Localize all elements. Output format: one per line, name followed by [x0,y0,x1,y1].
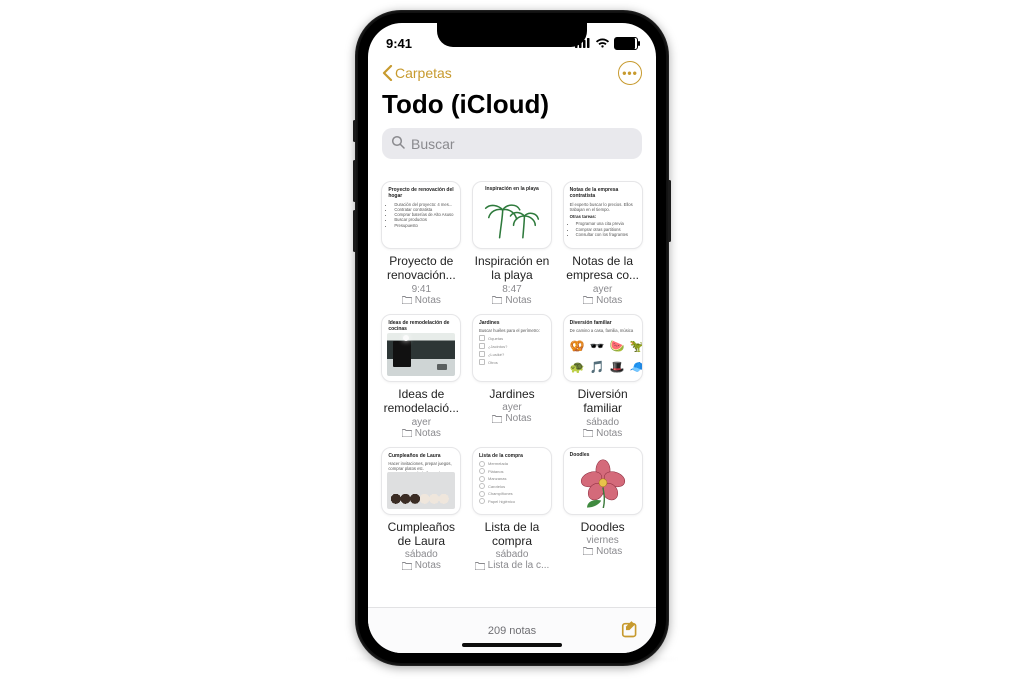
note-time: ayer [593,284,612,295]
note-title: Cumpleaños de Laura [380,520,463,549]
status-time: 9:41 [386,36,412,51]
note-card-lista[interactable]: Lista de la compra Mermelada Plátanos Ma… [471,447,554,572]
folder-icon [475,562,485,570]
wifi-icon [595,38,610,49]
note-title: Lista de la compra [471,520,554,549]
note-folder: Notas [402,295,441,306]
note-folder: Notas [583,546,622,557]
note-title: Jardines [489,387,534,401]
volume-up-button [353,160,356,202]
search-icon [391,135,405,152]
note-thumb: Lista de la compra Mermelada Plátanos Ma… [472,447,552,515]
page: 9:41 [0,0,1024,681]
note-card-doodles[interactable]: Doodles [561,447,644,572]
more-button[interactable]: ••• [618,61,642,85]
nav-row: Carpetas ••• [382,61,642,85]
note-time: sábado [405,549,438,560]
notes-grid: Proyecto de renovación del hogar Duració… [368,173,656,571]
note-thumb: Jardines Buscar huéles para el perímetro… [472,314,552,382]
note-folder: Notas [402,428,441,439]
note-thumb: Diversión familiar De camino a casa, fam… [563,314,643,382]
note-thumb: Proyecto de renovación del hogar Duració… [381,181,461,249]
thumb-bullets: Duración del proyecto: 4 mes... Contrata… [388,202,454,228]
note-time: 9:41 [412,284,431,295]
back-label: Carpetas [395,65,452,81]
emoji-row: 🥨 🕶️ 🍉 🦖 [570,339,636,354]
phone-bezel: 9:41 [358,13,666,663]
ellipsis-icon: ••• [622,67,638,79]
back-button[interactable]: Carpetas [382,65,452,81]
palm-drawing-icon [481,189,543,243]
note-title: Inspiración en la playa [471,254,554,283]
volume-down-button [353,210,356,252]
note-title: Proyecto de renovación... [380,254,463,283]
note-time: viernes [587,535,619,546]
battery-icon [614,37,638,50]
folder-icon [583,296,593,304]
note-title: Doodles [581,520,625,534]
note-thumb: Doodles [563,447,643,515]
flower-drawing-icon [572,454,634,508]
phone-screen: 9:41 [368,23,656,653]
home-indicator[interactable] [462,643,562,647]
note-card-diversion[interactable]: Diversión familiar De camino a casa, fam… [561,314,644,439]
note-time: sábado [586,417,619,428]
compose-icon [620,620,642,642]
folder-icon [583,429,593,437]
folder-icon [583,547,593,555]
note-thumb: Inspiración en la playa [472,181,552,249]
iphone-frame: 9:41 [355,10,669,666]
note-time: ayer [412,417,431,428]
kitchen-photo [387,333,455,376]
bottom-toolbar: 209 notas [368,607,656,653]
mute-switch [353,120,356,142]
note-card-proyecto[interactable]: Proyecto de renovación del hogar Duració… [380,181,463,306]
note-folder: Notas [402,560,441,571]
note-card-jardines[interactable]: Jardines Buscar huéles para el perímetro… [471,314,554,439]
note-folder: Notas [492,413,531,424]
note-thumb: Ideas de remodelación de cocinas [381,314,461,382]
notes-grid-wrap[interactable]: Proyecto de renovación del hogar Duració… [368,173,656,607]
folder-icon [492,415,502,423]
search-field[interactable]: Buscar [382,128,642,159]
note-time: ayer [502,402,521,413]
note-card-inspiracion[interactable]: Inspiración en la playa [471,181,554,306]
note-title: Ideas de remodelació... [380,387,463,416]
note-thumb: Notas de la empresa contratista El exper… [563,181,643,249]
folder-icon [402,429,412,437]
note-folder: Notas [583,428,622,439]
folder-icon [402,562,412,570]
note-time: sábado [496,549,529,560]
note-title: Diversión familiar [561,387,644,416]
note-title: Notas de la empresa co... [561,254,644,283]
note-folder: Notas [492,295,531,306]
notes-count: 209 notas [488,625,536,637]
power-button [668,180,671,242]
cupcakes-photo [387,472,455,509]
note-card-cumpleanos[interactable]: Cumpleaños de Laura Hacer invitaciones, … [380,447,463,572]
note-folder: Lista de la c... [475,560,550,571]
page-title: Todo (iCloud) [382,89,642,120]
notch [437,23,587,47]
folder-icon [402,296,412,304]
folder-icon [492,296,502,304]
compose-button[interactable] [620,620,642,642]
search-placeholder: Buscar [411,136,455,152]
chevron-left-icon [382,65,393,81]
note-card-cocinas[interactable]: Ideas de remodelación de cocinas Ideas d… [380,314,463,439]
note-thumb: Cumpleaños de Laura Hacer invitaciones, … [381,447,461,515]
note-time: 8:47 [502,284,521,295]
emoji-row: 🐢 🎵 🎩 🧢 [570,360,636,375]
note-folder: Notas [583,295,622,306]
note-card-empresa[interactable]: Notas de la empresa contratista El exper… [561,181,644,306]
